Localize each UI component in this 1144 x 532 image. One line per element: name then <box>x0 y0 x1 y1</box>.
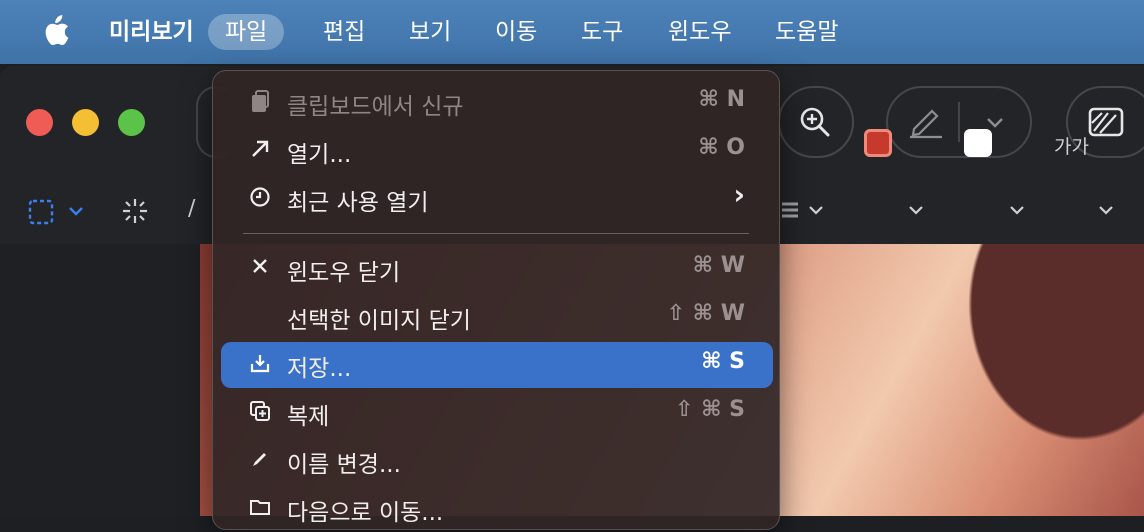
markup-divider <box>958 102 960 142</box>
text-style-button[interactable]: 가가 <box>1054 132 1089 159</box>
menu-item-rename[interactable]: 이름 변경... <box>221 438 773 484</box>
menu-edit[interactable]: 편집 <box>306 14 382 50</box>
line-style-chevron-icon[interactable] <box>808 205 824 217</box>
download-icon <box>247 352 273 378</box>
close-icon <box>247 256 273 282</box>
menu-help[interactable]: 도움말 <box>758 14 855 50</box>
fill-color-swatch[interactable] <box>964 129 992 157</box>
clipboard-icon <box>247 90 273 116</box>
menu-item-label: 열기... <box>287 142 352 168</box>
menu-item-new-from-clipboard[interactable]: 클립보드에서 신규 ⌘ N <box>221 80 773 126</box>
menu-item-move-to[interactable]: 다음으로 이동... <box>221 486 773 532</box>
menu-item-label: 클립보드에서 신규 <box>287 94 464 120</box>
zoom-in-icon <box>800 107 830 137</box>
zoom-in-button[interactable] <box>778 86 854 158</box>
selection-chevron-icon[interactable] <box>68 206 84 218</box>
clock-icon <box>247 186 273 212</box>
menu-item-save[interactable]: 저장... ⌘ S <box>221 342 773 388</box>
menu-item-close-selected-images[interactable]: 선택한 이미지 닫기 ⇧ ⌘ W <box>221 294 773 340</box>
menu-app-name[interactable]: 미리보기 <box>92 14 211 50</box>
menu-item-open[interactable]: 열기... ⌘ O <box>221 128 773 174</box>
file-menu: 클립보드에서 신규 ⌘ N 열기... ⌘ O 최근 사용 열기 › 윈도우 닫… <box>212 70 780 530</box>
pen-icon <box>910 109 942 139</box>
pencil-icon <box>247 448 273 474</box>
zoom-window-button[interactable] <box>118 109 145 136</box>
close-window-button[interactable] <box>26 109 53 136</box>
sketch-icon[interactable]: ∕ <box>188 196 195 221</box>
thumbnail-sidebar <box>0 244 200 516</box>
folder-icon <box>247 496 273 522</box>
menu-go[interactable]: 이동 <box>478 14 554 50</box>
border-color-swatch[interactable] <box>864 129 892 157</box>
chevron-down-icon[interactable] <box>985 116 1005 130</box>
menu-view[interactable]: 보기 <box>392 14 468 50</box>
menu-file[interactable]: 파일 <box>208 14 285 50</box>
menu-item-label: 다음으로 이동... <box>287 500 444 526</box>
text-style-chevron-icon[interactable] <box>1098 205 1114 217</box>
menu-item-label: 이름 변경... <box>287 452 401 478</box>
menu-item-label: 저장... <box>287 356 352 382</box>
instant-alpha-icon[interactable] <box>120 196 150 226</box>
border-color-chevron-icon[interactable] <box>908 205 924 217</box>
menu-item-shortcut: ⌘ N <box>698 87 745 112</box>
menu-item-label: 선택한 이미지 닫기 <box>287 308 471 334</box>
menu-item-shortcut: ⌘ S <box>701 349 745 374</box>
menu-item-label: 최근 사용 열기 <box>287 190 429 216</box>
menu-item-shortcut: ⇧ ⌘ W <box>666 301 745 326</box>
menu-item-shortcut: ⇧ ⌘ S <box>674 397 745 422</box>
menu-bar: 미리보기 파일 편집 보기 이동 도구 윈도우 도움말 <box>0 0 1144 64</box>
markup-button-group[interactable] <box>886 86 1032 158</box>
minimize-window-button[interactable] <box>72 109 99 136</box>
line-style-icon[interactable] <box>780 200 800 220</box>
menu-item-open-recent[interactable]: 최근 사용 열기 › <box>221 176 773 222</box>
menu-window[interactable]: 윈도우 <box>651 14 748 50</box>
menu-item-shortcut: ⌘ O <box>698 135 745 160</box>
menu-separator <box>243 233 749 234</box>
menu-tools[interactable]: 도구 <box>564 14 640 50</box>
rectangular-selection-icon[interactable] <box>28 199 54 225</box>
fill-color-chevron-icon[interactable] <box>1009 205 1025 217</box>
menu-item-close-window[interactable]: 윈도우 닫기 ⌘ W <box>221 246 773 292</box>
menu-item-shortcut: ⌘ W <box>692 253 745 278</box>
menu-item-label: 복제 <box>287 404 330 430</box>
apple-icon[interactable] <box>40 15 70 47</box>
menu-item-duplicate[interactable]: 복제 ⇧ ⌘ S <box>221 390 773 436</box>
duplicate-icon <box>247 400 273 426</box>
arrow-up-right-icon <box>247 138 273 164</box>
submenu-chevron-icon: › <box>733 178 745 211</box>
menu-item-label: 윈도우 닫기 <box>287 260 401 286</box>
adjust-color-icon <box>1088 107 1124 137</box>
